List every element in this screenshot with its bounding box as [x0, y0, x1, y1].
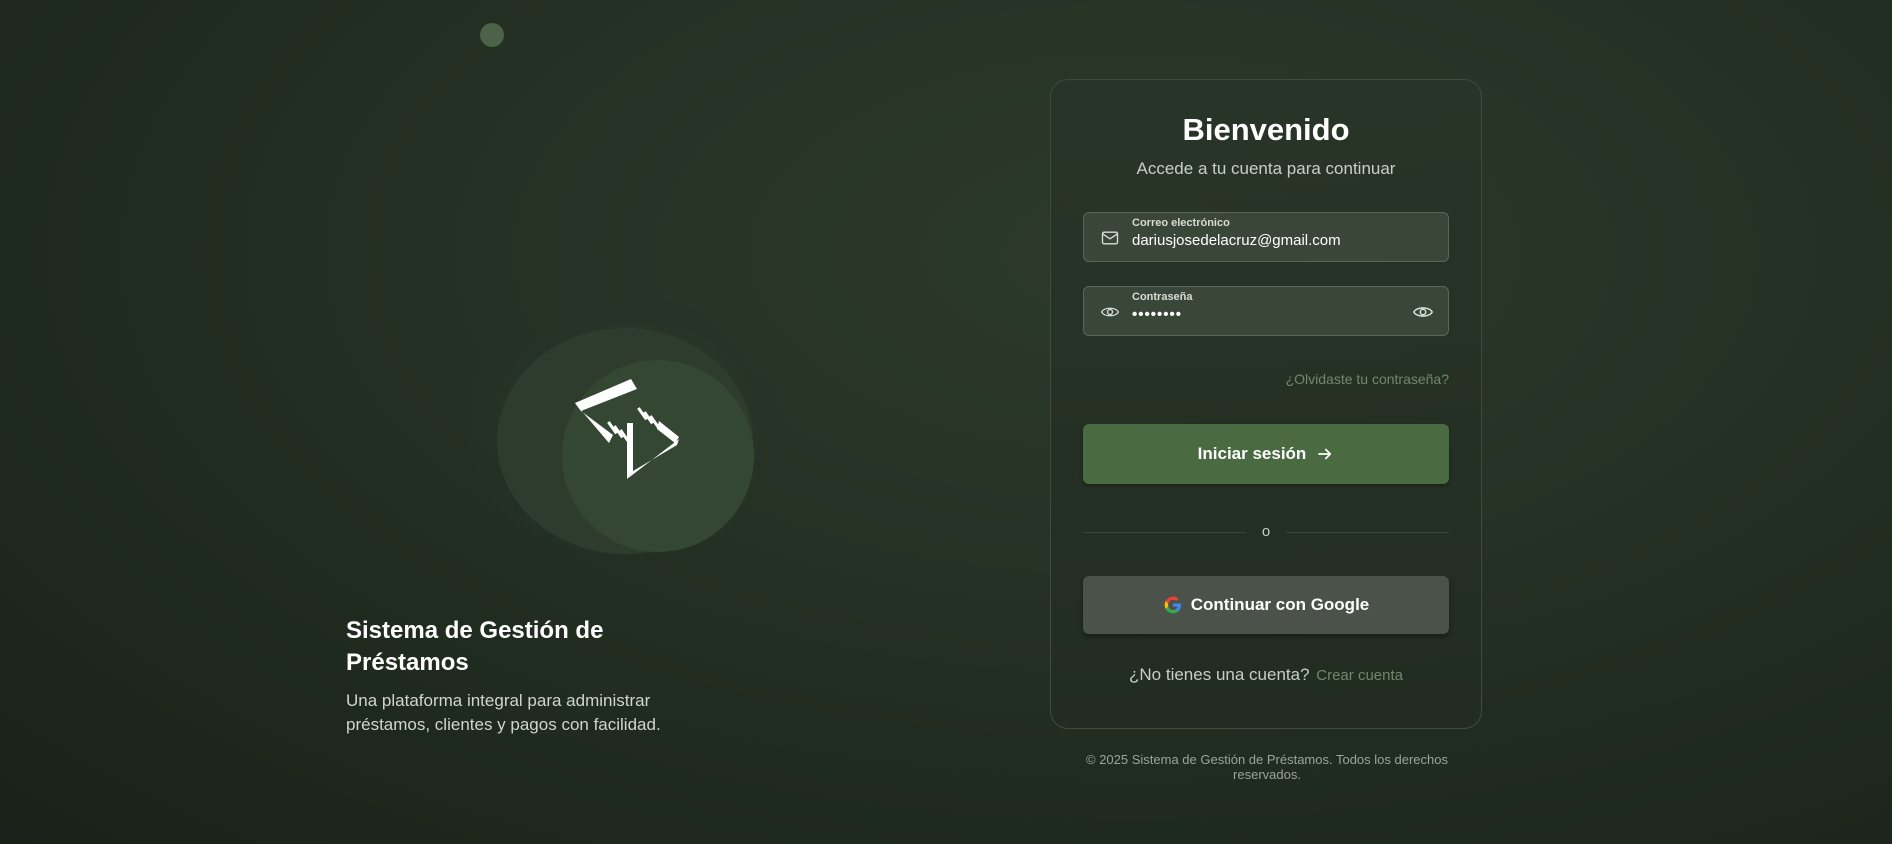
- mail-icon: [1101, 231, 1119, 245]
- login-title: Bienvenido: [1182, 112, 1350, 147]
- create-account-link[interactable]: Crear cuenta: [1316, 667, 1403, 684]
- or-divider: o: [1083, 523, 1449, 540]
- password-field[interactable]: Contraseña: [1083, 286, 1449, 336]
- footer-copyright: © 2025 Sistema de Gestión de Préstamos. …: [1086, 752, 1448, 782]
- login-subtitle: Accede a tu cuenta para continuar: [1136, 159, 1396, 178]
- email-input[interactable]: [1132, 232, 1402, 249]
- brand-intro: Sistema de Gestión de Préstamos Una plat…: [346, 615, 706, 737]
- login-card: Bienvenido Accede a tu cuenta para conti…: [1050, 79, 1482, 729]
- brand-logo-icon: [575, 379, 679, 479]
- google-icon: [1164, 596, 1181, 614]
- email-label: Correo electrónico: [1132, 217, 1230, 229]
- arrow-right-icon: [1318, 448, 1332, 460]
- google-button-label: Continuar con Google: [1190, 595, 1370, 614]
- brand-title: Sistema de Gestión de Préstamos: [346, 617, 604, 676]
- password-label: Contraseña: [1132, 291, 1193, 303]
- brand-logo-container: [465, 295, 785, 555]
- brand-description: Una plataforma integral para administrar…: [346, 691, 661, 734]
- forgot-password-link[interactable]: ¿Olvidaste tu contraseña?: [1286, 371, 1449, 387]
- decorative-dot: [480, 23, 504, 47]
- eye-icon: [1100, 307, 1120, 317]
- divider-line-right: [1286, 532, 1449, 533]
- signup-prompt: ¿No tienes una cuenta?: [1129, 665, 1310, 684]
- login-button[interactable]: Iniciar sesión: [1083, 424, 1449, 484]
- google-signin-button[interactable]: Continuar con Google: [1083, 576, 1449, 634]
- login-button-label: Iniciar sesión: [1197, 444, 1307, 463]
- email-field[interactable]: Correo electrónico: [1083, 212, 1449, 262]
- show-password-eye-icon[interactable]: [1412, 301, 1434, 323]
- signup-row: ¿No tienes una cuenta? Crear cuenta: [1051, 665, 1481, 685]
- password-input[interactable]: [1132, 306, 1402, 323]
